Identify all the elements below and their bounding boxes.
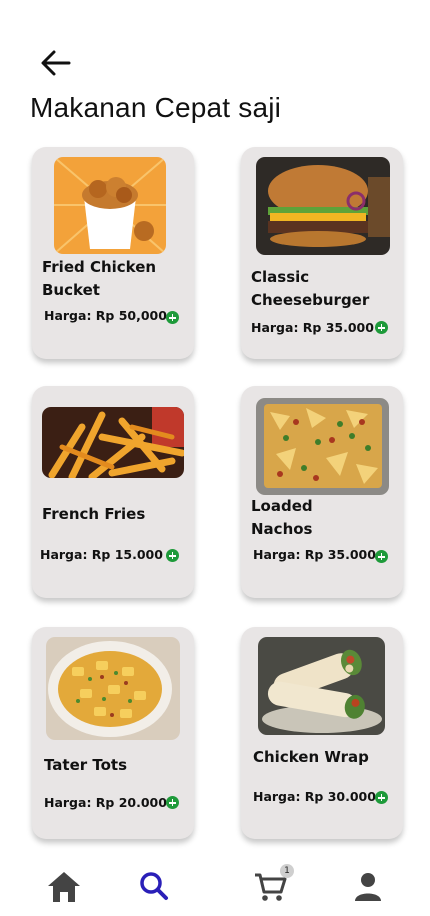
- add-to-cart-button[interactable]: [166, 549, 179, 562]
- product-name: Chicken Wrap: [253, 748, 369, 766]
- add-to-cart-button[interactable]: [166, 311, 179, 324]
- product-image: [42, 407, 184, 478]
- product-card-loaded-nachos[interactable]: Loaded Nachos Harga: Rp 35.000: [241, 386, 403, 598]
- product-price: Harga: Rp 15.000: [40, 547, 163, 562]
- add-to-cart-button[interactable]: [375, 321, 388, 334]
- nav-search[interactable]: [134, 866, 174, 906]
- product-price: Harga: Rp 20.000: [44, 795, 167, 810]
- product-name: Classic Cheeseburger: [251, 268, 370, 309]
- cart-count-badge: 1: [280, 864, 294, 878]
- profile-icon: [355, 873, 381, 901]
- add-to-cart-button[interactable]: [375, 550, 388, 563]
- add-to-cart-button[interactable]: [166, 796, 179, 809]
- product-card-tater-tots[interactable]: Tater Tots Harga: Rp 20.000: [32, 627, 194, 839]
- product-price: Harga: Rp 35.000: [253, 547, 376, 562]
- home-icon: [48, 872, 80, 902]
- product-name: Tater Tots: [44, 756, 128, 774]
- product-name: Loaded Nachos: [251, 497, 313, 538]
- product-price: Harga: Rp 30.000: [253, 789, 376, 804]
- product-image: [256, 398, 389, 495]
- product-name: Fried Chicken Bucket: [42, 258, 157, 299]
- product-image: [54, 157, 166, 254]
- add-to-cart-button[interactable]: [375, 791, 388, 804]
- arrow-left-icon: [41, 50, 71, 76]
- product-card-french-fries[interactable]: French Fries Harga: Rp 15.000: [32, 386, 194, 598]
- product-card-cheeseburger[interactable]: Classic Cheeseburger Harga: Rp 35.000: [241, 147, 403, 359]
- product-price: Harga: Rp 50,000: [44, 308, 167, 323]
- product-name: French Fries: [42, 505, 146, 523]
- product-card-chicken-wrap[interactable]: Chicken Wrap Harga: Rp 30.000: [241, 627, 403, 839]
- product-image: [258, 637, 385, 735]
- product-image: [256, 157, 390, 255]
- page-title: Makanan Cepat saji: [30, 92, 282, 123]
- search-icon: [140, 872, 168, 900]
- product-price: Harga: Rp 35.000: [251, 320, 374, 335]
- back-button[interactable]: [36, 46, 76, 80]
- product-card-fried-chicken[interactable]: Fried Chicken Bucket Harga: Rp 50,000: [32, 147, 194, 359]
- bottom-navigation: [0, 858, 430, 916]
- nav-home[interactable]: [44, 866, 84, 906]
- nav-profile[interactable]: [348, 866, 388, 906]
- product-image: [46, 637, 180, 740]
